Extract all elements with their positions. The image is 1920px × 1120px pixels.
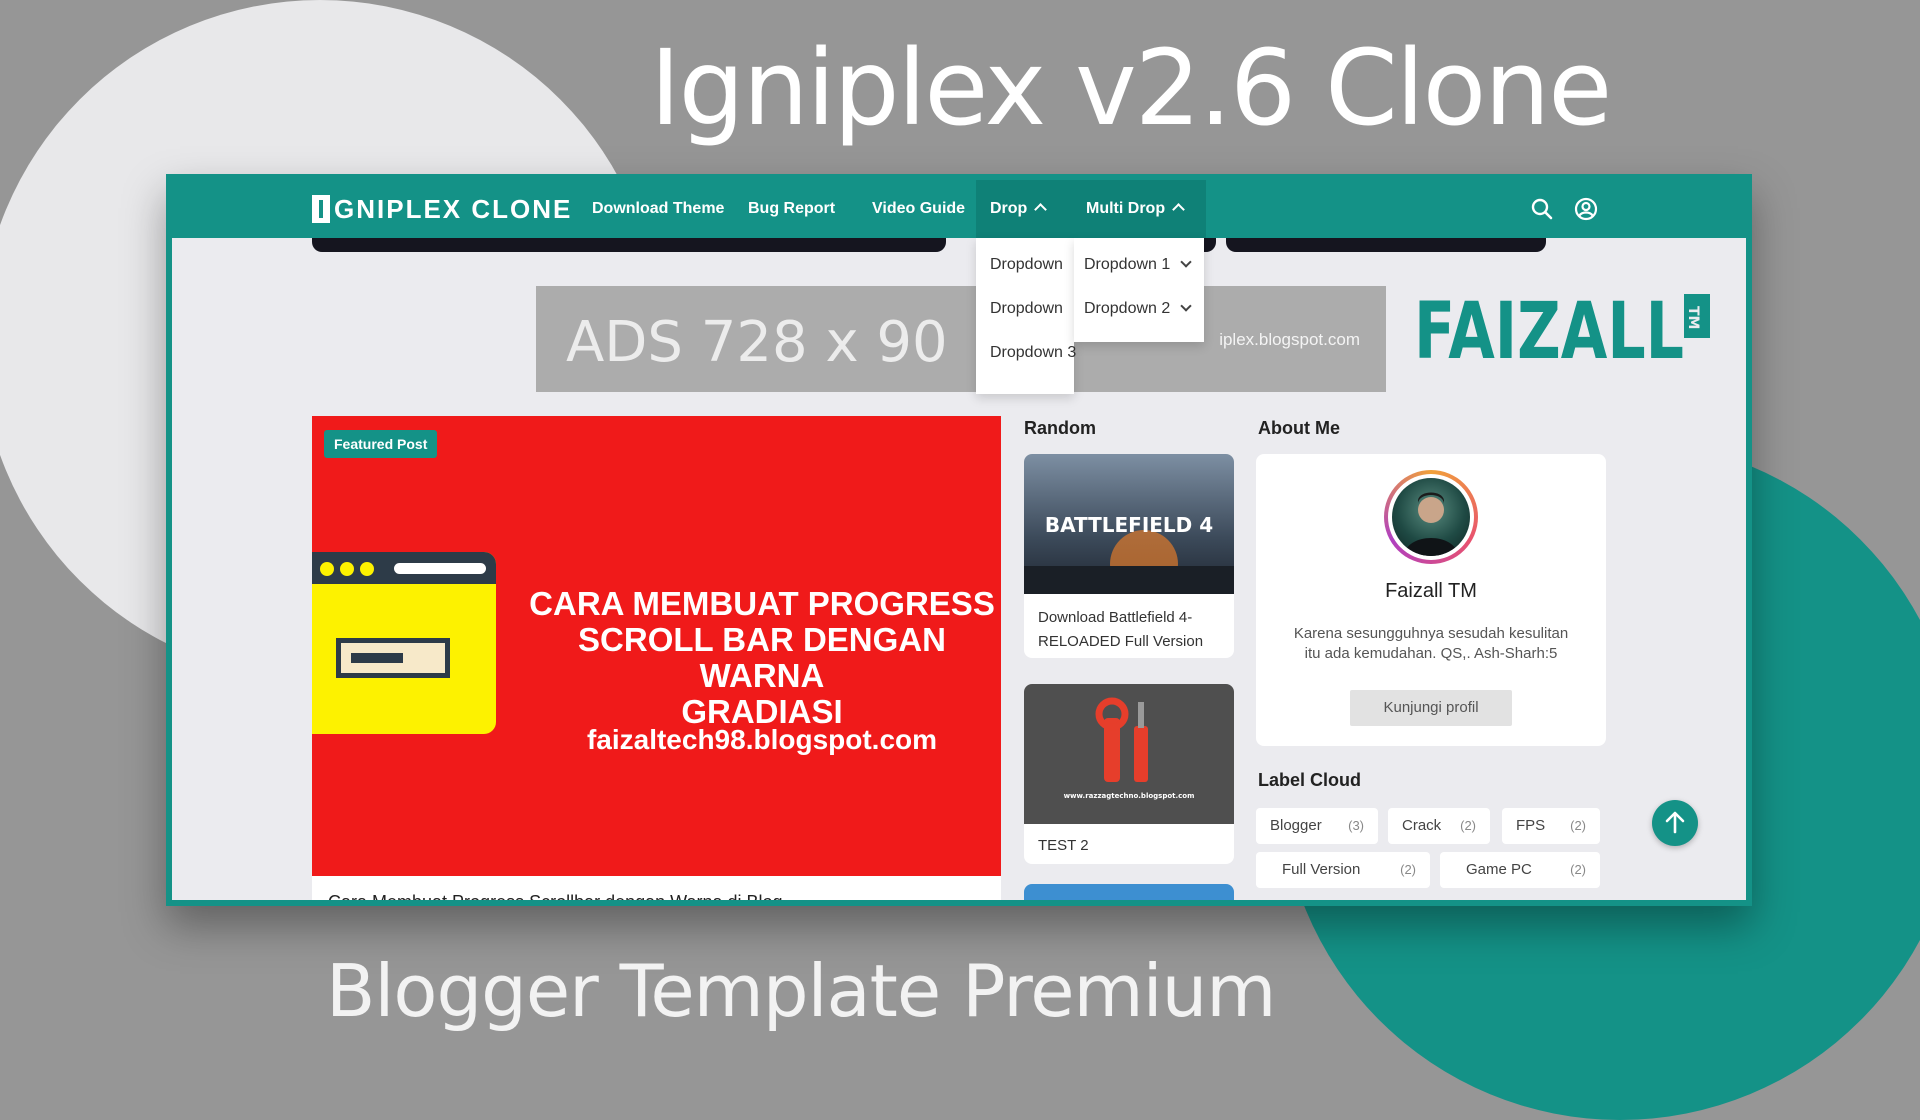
dropdown-item-label: Dropdown 2 (1084, 300, 1171, 317)
avatar[interactable] (1384, 470, 1478, 564)
blog-page: GNIPLEX CLONE Download Theme Bug Report … (172, 180, 1746, 900)
back-to-top-button[interactable] (1652, 800, 1698, 846)
ad-banner[interactable]: ADS 728 x 90 iplex.blogspot.com (536, 286, 1386, 392)
battlefield-thumbnail: BATTLEFIELD 4 (1024, 454, 1234, 594)
hero-subtitle: Blogger Template Premium (326, 949, 1276, 1033)
dropdown-item-2[interactable]: Dropdown 2 (1084, 300, 1192, 318)
author-description: Karena sesungguhnya sesudah kesulitan it… (1276, 624, 1586, 664)
brand-logo[interactable]: GNIPLEX CLONE (312, 192, 572, 226)
faizall-logo: FAIZALL TM (1414, 287, 1710, 376)
arrow-up-icon (1665, 811, 1685, 834)
featured-headline-line: SCROLL BAR DENGAN WARNA (578, 621, 946, 694)
chevron-down-icon (1180, 256, 1192, 268)
dropdown-item[interactable]: Dropdown 3 (990, 344, 1076, 362)
hero-title: Igniplex v2.6 Clone (650, 27, 1612, 149)
nav-bug-report[interactable]: Bug Report (748, 180, 835, 238)
label-cloud-title: Label Cloud (1258, 770, 1361, 790)
featured-post-title[interactable]: Cara Membuat Progress Scrollbar dengan W… (312, 876, 1001, 900)
post-title-line: Download Battlefield 4- (1038, 609, 1193, 626)
slider-thumb[interactable] (312, 238, 946, 252)
about-me-title: About Me (1258, 418, 1340, 438)
chevron-up-icon (1034, 203, 1048, 216)
dropdown-item-label: Dropdown 1 (1084, 256, 1171, 273)
slider-thumb[interactable] (1226, 238, 1546, 252)
featured-caption-text: Cara Membuat Progress Scrollbar dengan W… (328, 892, 783, 900)
logo-text: FAIZALL (1414, 287, 1684, 376)
label-name: FPS (1516, 817, 1546, 834)
chevron-down-icon (1180, 300, 1192, 312)
dropdown-item[interactable]: Dropdown (990, 300, 1063, 318)
visit-profile-button[interactable]: Kunjungi profil (1350, 690, 1512, 726)
tools-thumbnail: www.razzagtechno.blogspot.com (1024, 684, 1234, 824)
label-tag[interactable]: FPS (2) (1502, 808, 1600, 844)
brand-mark-icon (312, 195, 330, 223)
nav-drop-label: Drop (990, 200, 1028, 217)
label-count: (3) (1348, 818, 1364, 833)
random-post-card[interactable]: BATTLEFIELD 4 Download Battlefield 4- RE… (1024, 454, 1234, 658)
label-name: Crack (1402, 817, 1442, 834)
chevron-up-icon (1172, 203, 1185, 216)
ad-size-text: ADS 728 x 90 (566, 310, 948, 375)
post-title-line: TEST 2 (1038, 837, 1089, 854)
featured-url: faizaltech98.blogspot.com (586, 724, 938, 755)
featured-badge: Featured Post (324, 430, 438, 458)
nav-multi-drop-label: Multi Drop (1086, 200, 1166, 217)
dropdown-item[interactable]: Dropdown (990, 256, 1063, 274)
search-icon[interactable] (1530, 197, 1554, 221)
nav-download-theme[interactable]: Download Theme (592, 180, 724, 238)
dropdown-item-1[interactable]: Dropdown 1 (1084, 256, 1192, 274)
label-tag[interactable]: Crack (2) (1388, 808, 1490, 844)
author-name: Faizall TM (1385, 580, 1477, 602)
label-name: Game PC (1466, 861, 1532, 878)
nav-drop[interactable]: Drop (990, 180, 1048, 238)
dropdown-menu-multi: Dropdown 1 Dropdown 2 (1074, 238, 1204, 342)
random-post-card[interactable] (1024, 884, 1234, 900)
label-count: (2) (1460, 818, 1476, 833)
label-tag[interactable]: Blogger (3) (1256, 808, 1378, 844)
dropdown-menu-drop: Dropdown Dropdown Dropdown 3 (976, 238, 1076, 394)
random-title: Random (1024, 418, 1096, 438)
nav-multi-drop[interactable]: Multi Drop (1086, 180, 1185, 238)
label-name: Blogger (1270, 817, 1322, 834)
thumbnail-text: BATTLEFIELD 4 (1045, 513, 1213, 537)
label-tag[interactable]: Game PC (2) (1440, 852, 1600, 888)
navbar: GNIPLEX CLONE Download Theme Bug Report … (172, 180, 1746, 238)
brand-name: GNIPLEX CLONE (334, 193, 573, 224)
random-post-card[interactable]: www.razzagtechno.blogspot.com TEST 2 (1024, 684, 1234, 864)
description-line: itu ada kemudahan. QS,. Ash-Sharh:5 (1304, 645, 1558, 662)
description-line: Karena sesungguhnya sesudah kesulitan (1293, 625, 1569, 642)
browser-window-illustration (312, 552, 496, 734)
screenshot-frame: GNIPLEX CLONE Download Theme Bug Report … (166, 174, 1752, 906)
featured-headline: CARA MEMBUAT PROGRESS SCROLL BAR DENGAN … (512, 586, 1001, 730)
label-name: Full Version (1282, 861, 1361, 878)
post-title-line: RELOADED Full Version (1038, 633, 1204, 650)
label-count: (2) (1400, 862, 1416, 877)
ad-url: iplex.blogspot.com (1219, 330, 1360, 349)
label-tag[interactable]: Full Version (2) (1256, 852, 1430, 888)
featured-headline-line: CARA MEMBUAT PROGRESS (529, 585, 995, 622)
nav-video-guide[interactable]: Video Guide (872, 180, 965, 238)
featured-post-image[interactable]: Featured Post CARA MEMBUAT PROGRESS SCRO… (312, 416, 1001, 876)
thumbnail-text: www.razzagtechno.blogspot.com (1064, 792, 1195, 800)
user-circle-icon[interactable] (1574, 197, 1598, 221)
about-me-card: Faizall TM Karena sesungguhnya sesudah k… (1256, 454, 1606, 746)
label-count: (2) (1570, 862, 1586, 877)
logo-tag: TM (1685, 306, 1701, 329)
label-count: (2) (1570, 818, 1586, 833)
